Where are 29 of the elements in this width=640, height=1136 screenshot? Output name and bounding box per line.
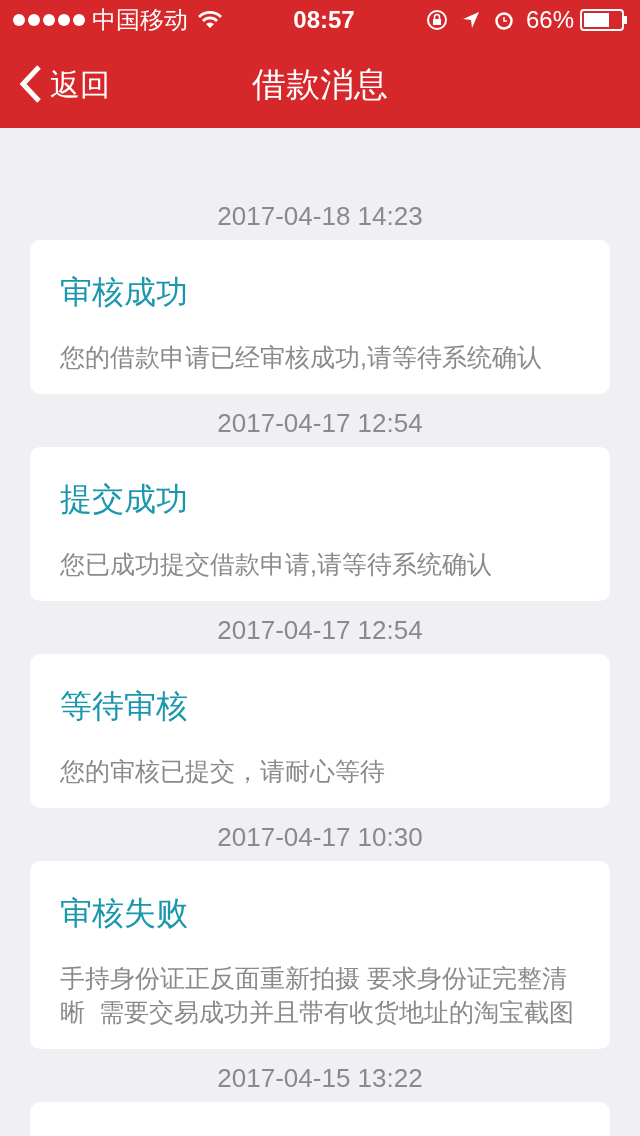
back-chevron-icon xyxy=(18,64,42,104)
message-card[interactable]: 审核失败 手持身份证正反面重新拍摄 要求身份证完整清晰 需要交易成功并且带有收货地址的淘宝截图 xyxy=(30,861,610,1049)
message-title: 等待审核 xyxy=(60,687,189,726)
message-title: 审核成功 xyxy=(60,273,189,312)
location-arrow-icon xyxy=(461,11,480,29)
battery-icon xyxy=(580,9,628,31)
wifi-icon xyxy=(198,11,222,29)
rotation-lock-icon xyxy=(425,9,448,31)
message-card[interactable]: 审核成功 您的借款申请已经审核成功,请等待系统确认 xyxy=(30,240,610,394)
battery-percentage: 66% xyxy=(525,5,574,35)
message-title: 提交成功 xyxy=(60,480,189,519)
message-card[interactable]: 提交成功 您已成功提交借款申请,请等待系统确认 xyxy=(30,447,610,601)
status-time: 08:57 xyxy=(293,5,355,35)
back-button[interactable]: 返回 xyxy=(0,61,110,107)
message-body: 手持身份证正反面重新拍摄 要求身份证完整清晰 需要交易成功并且带有收货地址的淘宝截图 xyxy=(60,963,575,1028)
alarm-clock-icon xyxy=(493,10,514,30)
message-body: 您的借款申请已经审核成功,请等待系统确认 xyxy=(60,342,543,373)
message-card[interactable]: 等待审核 您的审核已提交，请耐心等待 xyxy=(30,654,610,808)
signal-strength-icon xyxy=(12,13,86,27)
message-timestamp: 2017-04-17 12:54 xyxy=(217,408,423,438)
message-body: 您的审核已提交，请耐心等待 xyxy=(60,756,386,787)
page-title: 借款消息 xyxy=(252,63,388,105)
message-body: 您已成功提交借款申请,请等待系统确认 xyxy=(60,549,493,580)
message-timestamp: 2017-04-15 13:22 xyxy=(217,1063,423,1093)
message-timestamp: 2017-04-17 12:54 xyxy=(217,615,423,645)
message-timestamp: 2017-04-18 14:23 xyxy=(217,201,423,231)
message-title: 审核失败 xyxy=(60,894,189,933)
carrier-name: 中国移动 xyxy=(92,5,188,35)
message-timestamp: 2017-04-17 10:30 xyxy=(217,822,423,852)
